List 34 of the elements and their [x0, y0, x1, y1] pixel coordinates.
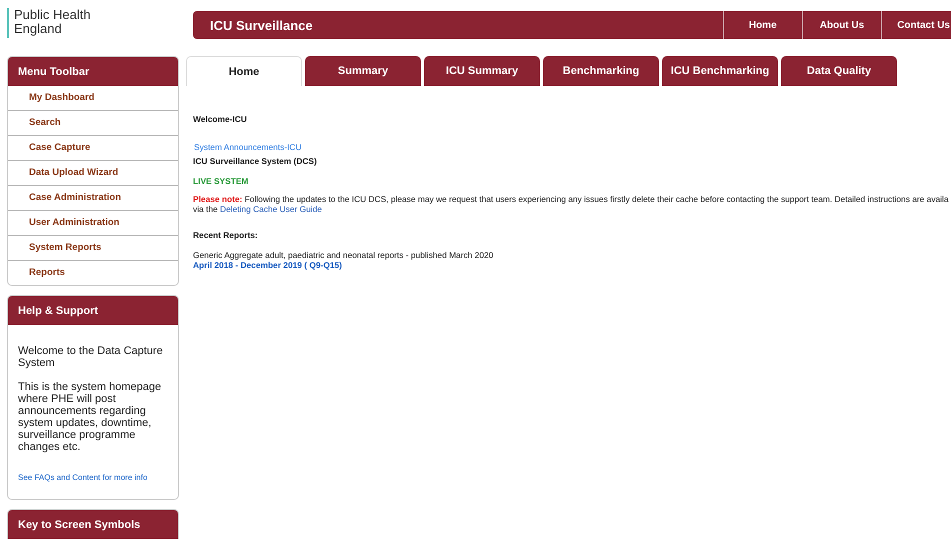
recent-reports-heading: Recent Reports:: [193, 230, 259, 240]
tab[interactable]: ICU Summary: [424, 56, 540, 86]
faq-link[interactable]: See FAQs and Content for more info: [18, 473, 148, 482]
site-title: ICU Surveillance: [209, 18, 313, 32]
tab[interactable]: Data Quality: [781, 56, 897, 86]
menu-item[interactable]: Case Capture: [8, 135, 178, 160]
report-link[interactable]: April 2018 - December 2019 ( Q9-Q15): [193, 260, 951, 270]
announcements-link[interactable]: System Announcements-ICU: [194, 142, 951, 152]
panel-title: Key to Screen Symbols: [8, 510, 178, 539]
help-text: Welcome to the Data Capture System: [18, 345, 164, 369]
logo-text: Public Health England: [14, 8, 92, 36]
tab[interactable]: ICU Benchmarking: [662, 56, 778, 86]
panel-title: Menu Toolbar: [8, 57, 178, 86]
header-link[interactable]: Home: [722, 11, 802, 39]
tab[interactable]: Benchmarking: [543, 56, 659, 86]
help-text: This is the system homepage where PHE will post announcements regarding system updates, downtime, surveillance programme changes etc.: [18, 381, 162, 453]
menu-item[interactable]: Data Upload Wizard: [8, 160, 178, 185]
panel-title: Help & Support: [8, 296, 178, 325]
system-status: LIVE SYSTEM: [193, 176, 250, 186]
menu-item[interactable]: Reports: [8, 260, 178, 285]
menu-item[interactable]: User Administration: [8, 210, 178, 235]
system-name: ICU Surveillance System (DCS): [193, 156, 318, 166]
tab[interactable]: Summary: [305, 56, 421, 86]
notice-text: Please note: Following the updates to the ICU DCS, please may we request that users experiencing any issues firstly delete their cache before contacting the support team. Detailed instructions are availa via the Deleting Cache User Guide: [193, 194, 950, 214]
menu-item[interactable]: Search: [8, 110, 178, 135]
header-link[interactable]: About Us: [802, 11, 882, 39]
menu-item[interactable]: Case Administration: [8, 185, 178, 210]
tab[interactable]: Home: [186, 56, 302, 86]
cache-guide-link[interactable]: Deleting Cache User Guide: [220, 204, 322, 214]
menu-item[interactable]: My Dashboard: [8, 86, 178, 110]
report-description: Generic Aggregate adult, paediatric and neonatal reports - published March 2020: [193, 250, 494, 260]
menu-item[interactable]: System Reports: [8, 235, 178, 260]
welcome-heading: Welcome-ICU: [193, 114, 248, 124]
header-link[interactable]: Contact Us: [881, 11, 951, 39]
